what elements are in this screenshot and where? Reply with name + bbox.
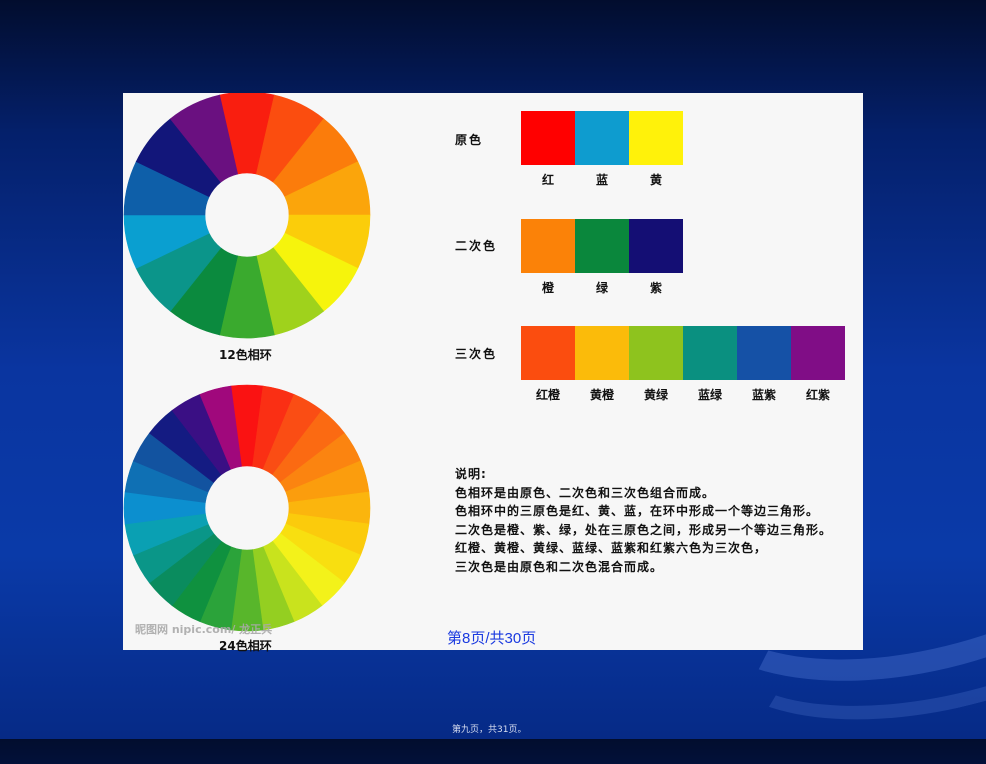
color-swatch xyxy=(521,326,575,380)
swatch-label: 黄绿 xyxy=(643,388,668,402)
wheel12-caption: 12色相环 xyxy=(219,348,272,362)
secondary-label: 二次色 xyxy=(455,239,498,253)
swatch-label: 红橙 xyxy=(535,388,560,402)
swatch-label: 红紫 xyxy=(805,388,830,402)
swatch-label: 绿 xyxy=(595,281,608,295)
notes-line: 二次色是橙、紫、绿，处在三原色之间，形成另一个等边三角形。 xyxy=(455,522,833,537)
swatch-label: 蓝 xyxy=(595,173,608,187)
notes-line: 色相环是由原色、二次色和三次色组合而成。 xyxy=(455,485,716,500)
color-swatch xyxy=(629,111,683,165)
swatch-label: 蓝紫 xyxy=(751,388,776,402)
swatch-label: 黄 xyxy=(649,173,662,187)
color-swatch xyxy=(791,326,845,380)
footer-page-count: 第九页，共31页。 xyxy=(452,725,527,735)
notes-title: 说明: xyxy=(455,467,487,481)
swatch-label: 黄橙 xyxy=(589,388,614,402)
color-swatch xyxy=(629,219,683,273)
swatch-label: 橙 xyxy=(541,281,554,295)
swatch-label: 红 xyxy=(541,173,554,187)
notes-line: 三次色是由原色和二次色混合而成。 xyxy=(455,559,664,574)
wheel24-caption: 24色相环 xyxy=(219,639,272,653)
page-indicator: 第8页/共30页 xyxy=(447,630,537,647)
color-swatch xyxy=(683,326,737,380)
swatch-label: 紫 xyxy=(649,281,662,295)
color-swatch xyxy=(575,326,629,380)
primary-label: 原色 xyxy=(455,133,484,147)
color-swatch xyxy=(575,111,629,165)
notes-line: 红橙、黄橙、黄绿、蓝绿、蓝紫和红紫六色为三次色， xyxy=(455,541,768,555)
tertiary-label: 三次色 xyxy=(455,347,498,361)
24-color-wheel xyxy=(123,384,371,632)
watermark: 昵图网 nipic.com/ 龙正兵 xyxy=(135,623,273,636)
notes-line: 色相环中的三原色是红、黄、蓝，在环中形成一个等边三角形。 xyxy=(455,504,820,518)
color-swatch xyxy=(629,326,683,380)
color-swatch xyxy=(521,111,575,165)
swatch-label: 蓝绿 xyxy=(697,388,722,402)
color-swatch xyxy=(575,219,629,273)
12-color-wheel xyxy=(123,93,371,339)
color-swatch xyxy=(737,326,791,380)
notes-block: 说明: 色相环是由原色、二次色和三次色组合而成。 色相环中的三原色是红、黄、蓝，… xyxy=(455,465,832,576)
color-swatch xyxy=(521,219,575,273)
